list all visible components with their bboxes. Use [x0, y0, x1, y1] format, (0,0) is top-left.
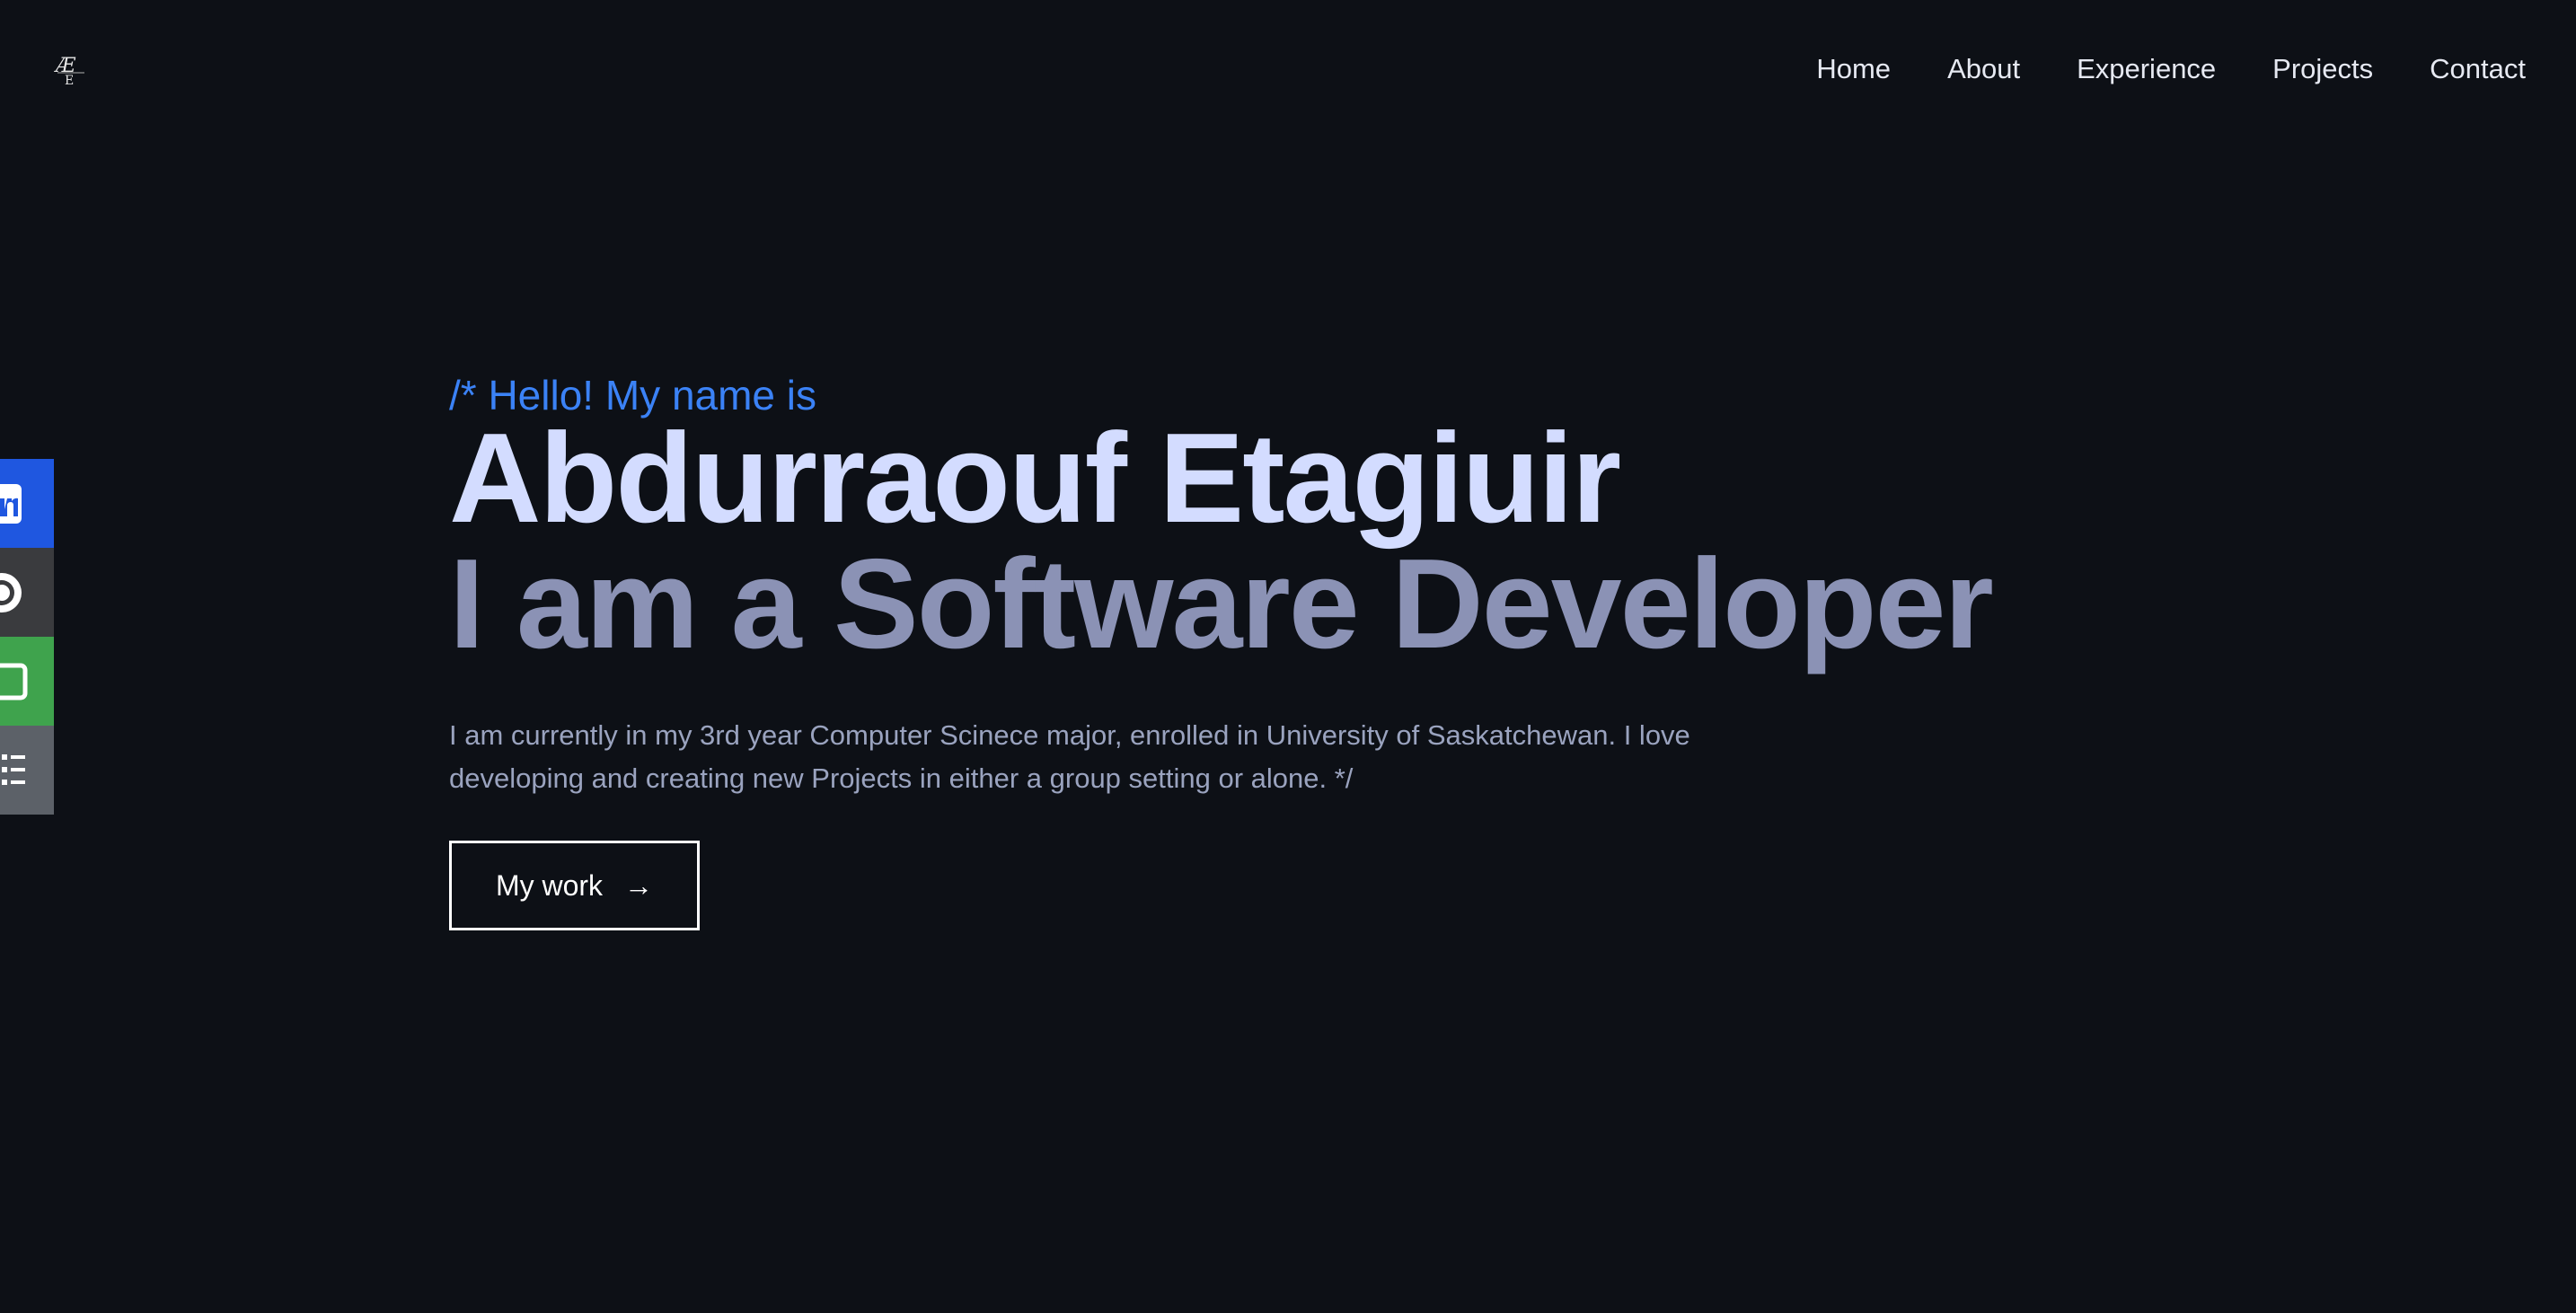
nav-projects[interactable]: Projects	[2272, 45, 2373, 93]
email-link[interactable]	[0, 637, 54, 726]
my-work-label: My work	[495, 868, 604, 902]
nav-experience[interactable]: Experience	[2077, 45, 2216, 93]
hero-bio: I am currently in my 3rd year Computer S…	[449, 719, 1690, 794]
svg-text:E: E	[65, 74, 74, 88]
github-icon	[0, 573, 22, 612]
hero-role: I am a Software Developer	[449, 533, 1994, 675]
resume-link[interactable]	[0, 726, 54, 815]
nav-contact[interactable]: Contact	[2430, 45, 2526, 93]
nav-home[interactable]: Home	[1816, 45, 1891, 93]
nav-about[interactable]: About	[1947, 45, 2020, 93]
main-nav: Home About Experience Projects Contact	[1816, 45, 2526, 93]
resume-icon	[2, 754, 25, 785]
page: Æ E Home About Experience Projects Conta…	[0, 0, 2576, 1313]
ae-monogram-logo-icon[interactable]: Æ E	[52, 48, 92, 88]
email-icon	[0, 663, 28, 701]
my-work-button[interactable]: My work →	[449, 841, 700, 930]
arrow-right-icon: →	[624, 869, 654, 902]
hero-section: /* Hello! My name is Abdurraouf Etagiuir…	[449, 368, 2066, 930]
github-link[interactable]	[0, 548, 54, 637]
hero-name: Abdurraouf Etagiuir	[449, 407, 1621, 550]
linkedin-icon	[0, 484, 22, 524]
linkedin-link[interactable]	[0, 459, 54, 548]
social-sidebar	[0, 459, 54, 815]
